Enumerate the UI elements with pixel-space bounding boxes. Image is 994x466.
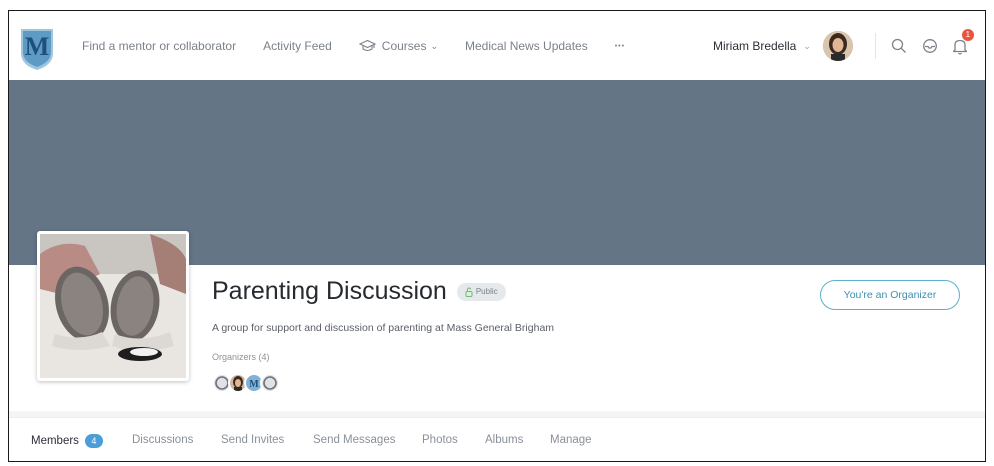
browser-frame: M Find a mentor or collaborator Activity… bbox=[8, 10, 986, 462]
inbox-icon[interactable] bbox=[922, 38, 938, 54]
organizers-label: Organizers (4) bbox=[212, 352, 270, 362]
main-nav: Find a mentor or collaborator Activity F… bbox=[82, 11, 652, 81]
chevron-down-icon: ⌄ bbox=[430, 40, 439, 51]
tab-discussions[interactable]: Discussions bbox=[132, 434, 193, 446]
organizer-logo-letter: M bbox=[249, 379, 259, 390]
group-title: Parenting Discussion bbox=[212, 277, 447, 305]
nav-medical-news[interactable]: Medical News Updates bbox=[465, 39, 588, 53]
group-title-row: Parenting Discussion Public bbox=[212, 277, 506, 306]
chevron-down-icon[interactable]: ⌄ bbox=[803, 41, 811, 52]
tab-photos[interactable]: Photos bbox=[422, 434, 458, 446]
members-count-badge: 4 bbox=[84, 434, 103, 448]
tab-send-messages[interactable]: Send Messages bbox=[313, 434, 395, 446]
nav-courses[interactable]: Courses ⌄ bbox=[358, 39, 439, 53]
organizer-avatars: M bbox=[212, 373, 280, 393]
unlock-icon bbox=[465, 286, 473, 297]
privacy-label: Public bbox=[475, 287, 498, 296]
top-navigation: M Find a mentor or collaborator Activity… bbox=[9, 11, 985, 81]
user-avatar[interactable] bbox=[822, 31, 853, 61]
logo-letter: M bbox=[25, 32, 50, 61]
tab-members[interactable]: Members 4 bbox=[31, 434, 103, 448]
user-area: Miriam Bredella ⌄ 1 bbox=[713, 11, 974, 81]
notification-badge: 1 bbox=[961, 28, 974, 41]
group-description: A group for support and discussion of pa… bbox=[212, 322, 555, 334]
search-icon[interactable] bbox=[891, 38, 907, 54]
tab-albums[interactable]: Albums bbox=[485, 434, 523, 446]
nav-courses-label: Courses bbox=[381, 39, 427, 53]
group-tabs: Members 4 Discussions Send Invites Send … bbox=[9, 417, 985, 461]
nav-find-mentor[interactable]: Find a mentor or collaborator bbox=[82, 39, 236, 53]
privacy-badge: Public bbox=[456, 282, 506, 301]
tab-manage[interactable]: Manage bbox=[550, 434, 592, 446]
user-name[interactable]: Miriam Bredella bbox=[713, 39, 796, 53]
group-avatar-photo bbox=[37, 231, 189, 381]
graduation-cap-icon bbox=[358, 39, 376, 52]
organizer-role-button[interactable]: You're an Organizer bbox=[820, 280, 960, 310]
more-menu-icon[interactable]: ••• bbox=[615, 43, 625, 50]
nav-divider bbox=[874, 33, 876, 59]
organizer-avatar[interactable] bbox=[260, 373, 280, 393]
nav-activity-feed[interactable]: Activity Feed bbox=[263, 39, 332, 53]
tab-send-invites[interactable]: Send Invites bbox=[221, 434, 284, 446]
site-logo[interactable]: M bbox=[19, 27, 55, 71]
bell-icon[interactable]: 1 bbox=[952, 28, 974, 55]
tab-members-label: Members bbox=[31, 435, 79, 447]
